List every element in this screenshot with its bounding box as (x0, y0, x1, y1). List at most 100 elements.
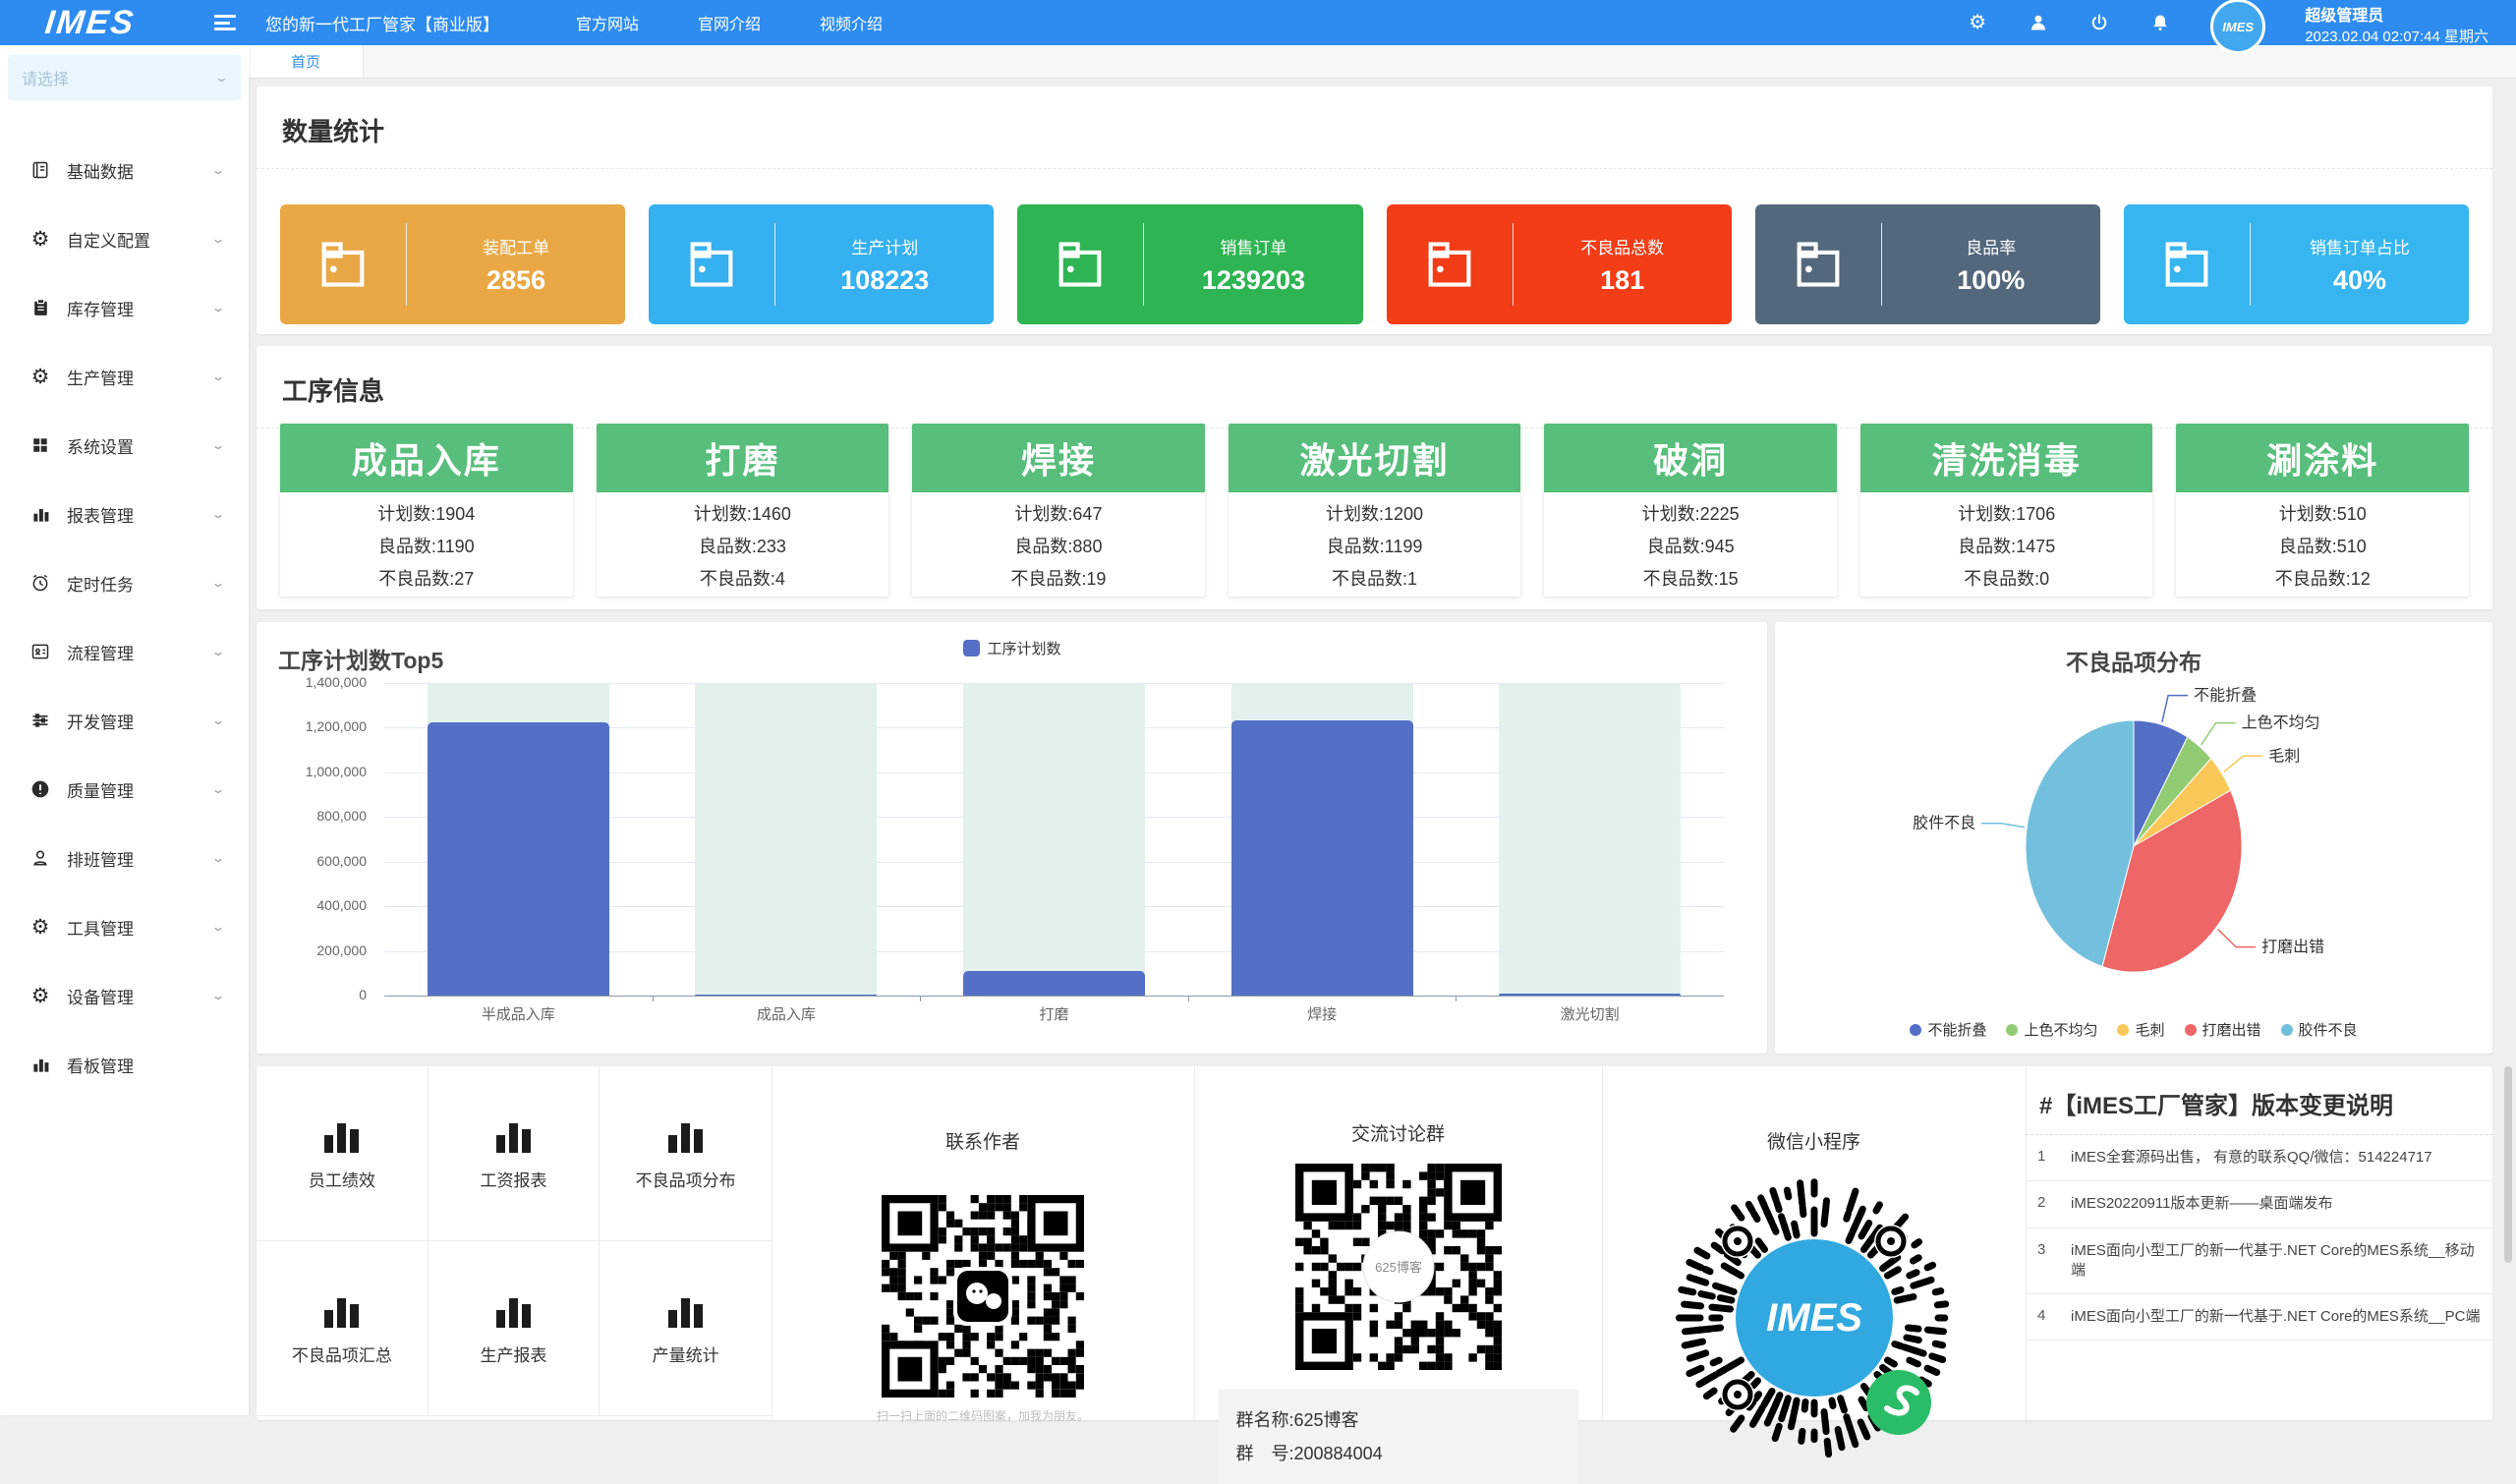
plan-count: 计划数:510 (2176, 496, 2469, 529)
sidebar-item-7[interactable]: 流程管理⌄ (0, 617, 249, 686)
sidebar-item-13[interactable]: 看板管理 (0, 1030, 249, 1099)
avatar[interactable]: IMES (2210, 0, 2265, 54)
process-card-4[interactable]: 破洞 计划数:2225 良品数:945 不良品数:15 (1544, 424, 1837, 597)
plan-count: 计划数:1200 (1229, 496, 1521, 529)
pie-label: 打磨出错 (2261, 939, 2324, 956)
process-card-0[interactable]: 成品入库 计划数:1904 良品数:1190 不良品数:27 (280, 424, 573, 597)
nav-link-2[interactable]: 视频介绍 (820, 11, 883, 34)
sidebar-select[interactable]: 请选择 ⌄ (8, 55, 241, 100)
pie-legend-上色不均匀[interactable]: 上色不均匀 (2006, 1019, 2097, 1040)
changelog-row-1: 2iMES20220911版本更新——桌面端发布 (2026, 1181, 2492, 1227)
changelog-row-3: 4iMES面向小型工厂的新一代基于.NET Core的MES系统__PC端 (2026, 1294, 2492, 1341)
chevron-down-icon: ⌄ (210, 645, 225, 658)
chevron-down-icon: ⌄ (214, 70, 229, 86)
report-tile-1[interactable]: 工资报表 (429, 1066, 600, 1241)
y-tick-label: 200,000 (257, 942, 367, 958)
report-tile-2[interactable]: 不良品项分布 (600, 1066, 772, 1241)
report-tile-0[interactable]: 员工绩效 (257, 1066, 429, 1241)
good-count: 良品数:880 (912, 529, 1205, 561)
sidebar-item-3[interactable]: ⚙ 生产管理⌄ (0, 342, 249, 411)
page-scrollbar[interactable] (2504, 1066, 2512, 1263)
report-tile-4[interactable]: 生产报表 (429, 1241, 600, 1416)
bar-chart-icon (496, 1115, 531, 1153)
report-tile-5[interactable]: 产量统计 (600, 1241, 772, 1416)
sidebar-item-10[interactable]: 排班管理⌄ (0, 824, 249, 892)
sidebar-item-2[interactable]: 库存管理⌄ (0, 273, 249, 342)
bar-激光切割[interactable] (1499, 994, 1681, 996)
chevron-down-icon: ⌄ (210, 576, 225, 590)
folder-icon (1017, 236, 1143, 293)
stat-label: 销售订单 (1220, 234, 1287, 258)
sidebar-item-0[interactable]: 基础数据⌄ (0, 136, 249, 204)
sidebar-item-1[interactable]: ⚙ 自定义配置⌄ (0, 204, 249, 273)
chevron-down-icon: ⌄ (210, 507, 225, 521)
pie-legend-不能折叠[interactable]: 不能折叠 (1910, 1019, 1986, 1040)
pie-legend-打磨出错[interactable]: 打磨出错 (2185, 1019, 2261, 1040)
contact-caption: 扫一扫上面的二维码图案，加我为朋友。 (772, 1407, 1194, 1424)
stat-card-3[interactable]: 不良品总数 181 (1387, 204, 1732, 324)
cog-badge-icon: ⚙ (29, 228, 51, 250)
clock-icon (29, 572, 51, 594)
legend-swatch (962, 640, 979, 656)
gear-icon[interactable]: ⚙ (1967, 12, 1988, 33)
process-card-5[interactable]: 清洗消毒 计划数:1706 良品数:1475 不良品数:0 (1860, 424, 2153, 597)
stat-value: 108223 (840, 265, 929, 296)
stat-card-5[interactable]: 销售订单占比 40% (2124, 204, 2469, 324)
process-card-1[interactable]: 打磨 计划数:1460 良品数:233 不良品数:4 (597, 424, 889, 597)
power-icon[interactable] (2088, 12, 2110, 33)
datetime: 2023.02.04 02:07:44 星期六 (2305, 28, 2488, 47)
folder-icon (2124, 236, 2250, 293)
menu-toggle-icon[interactable] (214, 15, 236, 30)
stat-card-1[interactable]: 生产计划 108223 (649, 204, 994, 324)
changelog-section: #【iMES工厂管家】版本变更说明 1iMES全套源码出售， 有意的联系QQ/微… (2026, 1066, 2492, 1420)
miniprogram-qr-code: IMES (1602, 1175, 2026, 1460)
chevron-down-icon: ⌄ (210, 163, 225, 177)
tab-home[interactable]: 首页 (249, 45, 364, 78)
bar-chart-icon (496, 1290, 531, 1328)
process-name: 焊接 (912, 424, 1205, 492)
bad-count: 不良品数:0 (1860, 561, 2153, 594)
sidebar-item-8[interactable]: 开发管理⌄ (0, 686, 249, 755)
bar-chart-legend[interactable]: 工序计划数 (962, 638, 1060, 658)
sidebar-item-5[interactable]: 报表管理⌄ (0, 480, 249, 548)
user-icon[interactable] (2028, 12, 2049, 33)
sidebar-item-9[interactable]: 质量管理⌄ (0, 755, 249, 824)
process-card-3[interactable]: 激光切割 计划数:1200 良品数:1199 不良品数:1 (1229, 424, 1521, 597)
report-tile-3[interactable]: 不良品项汇总 (257, 1241, 429, 1416)
process-card-6[interactable]: 涮涂料 计划数:510 良品数:510 不良品数:12 (2176, 424, 2469, 597)
nav-link-0[interactable]: 官方网站 (576, 11, 639, 34)
bar-成品入库[interactable] (695, 995, 877, 996)
process-card-2[interactable]: 焊接 计划数:647 良品数:880 不良品数:19 (912, 424, 1205, 597)
pie-label: 上色不均匀 (2242, 714, 2320, 732)
stat-card-4[interactable]: 良品率 100% (1755, 204, 2100, 324)
bar-半成品入库[interactable] (428, 722, 609, 996)
bar-打磨[interactable] (963, 971, 1145, 996)
pie-label: 不能折叠 (2194, 687, 2257, 705)
sidebar-item-4[interactable]: 系统设置⌄ (0, 411, 249, 480)
stat-label: 销售订单占比 (2310, 234, 2410, 258)
x-tick-label: 成品入库 (708, 1003, 865, 1024)
bar-chart-panel: 工序计划数Top5 工序计划数 半成品入库成品入库打磨焊接激光切割 0200,0… (257, 622, 1767, 1054)
card-icon (29, 641, 51, 662)
stat-card-2[interactable]: 销售订单 1239203 (1017, 204, 1362, 324)
nav-link-1[interactable]: 官网介绍 (698, 11, 761, 34)
changelog-row-2: 3iMES面向小型工厂的新一代基于.NET Core的MES系统__移动端 (2026, 1228, 2492, 1295)
stat-card-0[interactable]: 装配工单 2856 (280, 204, 625, 324)
bell-icon[interactable] (2149, 12, 2171, 33)
plan-count: 计划数:1904 (280, 496, 573, 529)
chevron-down-icon: ⌄ (210, 782, 225, 796)
chevron-down-icon: ⌄ (210, 438, 225, 452)
svg-text:625博客: 625博客 (1375, 1260, 1422, 1275)
chevron-down-icon: ⌄ (210, 232, 225, 246)
sidebar-item-11[interactable]: ⚙ 工具管理⌄ (0, 892, 249, 961)
bar-chart-title: 工序计划数Top5 (278, 642, 443, 675)
sidebar-item-12[interactable]: ⚙ 设备管理⌄ (0, 961, 249, 1030)
pie-legend-胶件不良[interactable]: 胶件不良 (2281, 1019, 2358, 1040)
bar-chart-icon (324, 1115, 359, 1153)
pie-legend-毛刺[interactable]: 毛刺 (2117, 1019, 2164, 1040)
sidebar-menu: 基础数据⌄⚙ 自定义配置⌄ 库存管理⌄⚙ 生产管理⌄ 系统设置⌄ 报表管理⌄ 定… (0, 136, 249, 1099)
user-role: 超级管理员 (2305, 6, 2488, 28)
sidebar-item-6[interactable]: 定时任务⌄ (0, 548, 249, 617)
stats-panel: 数量统计 装配工单 2856 生产计划 108223 销售订单 1239203 … (257, 86, 2492, 334)
bar-焊接[interactable] (1231, 720, 1413, 996)
